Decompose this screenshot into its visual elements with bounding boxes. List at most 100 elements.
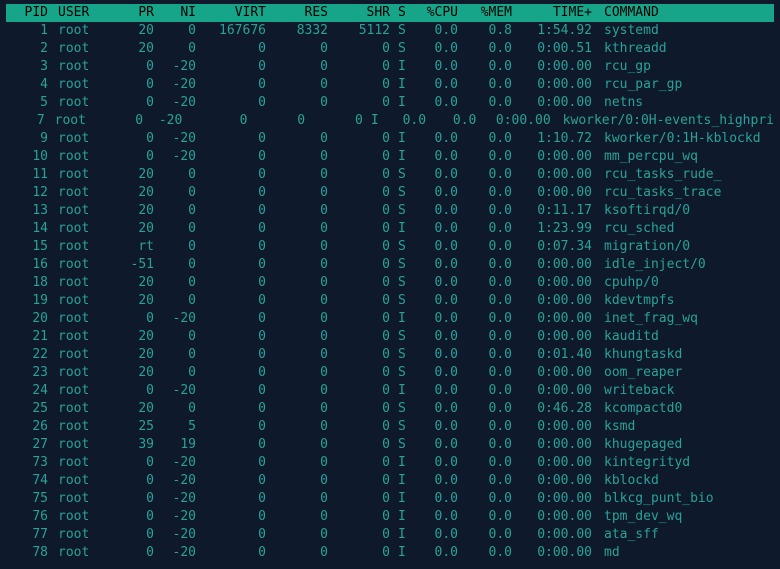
cell-s: S <box>398 274 412 292</box>
cell-time: 0:00.00 <box>520 526 600 544</box>
cell-virt: 0 <box>204 76 274 94</box>
cell-pid: 13 <box>6 202 56 220</box>
table-row[interactable]: 75root0-20000I0.00.00:00.00blkcg_punt_bi… <box>6 490 774 508</box>
cell-user: root <box>53 112 101 130</box>
cell-time: 0:00.00 <box>520 328 600 346</box>
cell-mem: 0.0 <box>466 544 520 562</box>
cell-s: S <box>398 328 412 346</box>
cell-time: 0:00.00 <box>520 364 600 382</box>
cell-res: 0 <box>274 238 336 256</box>
table-row[interactable]: 19root200000S0.00.00:00.00kdevtmpfs <box>6 292 774 310</box>
cell-user: root <box>56 472 108 490</box>
table-row[interactable]: 74root0-20000I0.00.00:00.00kblockd <box>6 472 774 490</box>
table-row[interactable]: 77root0-20000I0.00.00:00.00ata_sff <box>6 526 774 544</box>
table-row[interactable]: 18root200000S0.00.00:00.00cpuhp/0 <box>6 274 774 292</box>
cell-user: root <box>56 292 108 310</box>
table-row[interactable]: 13root200000S0.00.00:11.17ksoftirqd/0 <box>6 202 774 220</box>
cell-cmd: ata_sff <box>600 526 774 544</box>
cell-shr: 0 <box>336 184 398 202</box>
cell-ni: 5 <box>162 418 204 436</box>
cell-s: S <box>398 166 412 184</box>
table-row[interactable]: 7root0-20000I0.00.00:00.00kworker/0:0H-e… <box>6 112 774 130</box>
cell-time: 0:00.00 <box>520 544 600 562</box>
cell-pid: 14 <box>6 220 56 238</box>
table-row[interactable]: 76root0-20000I0.00.00:00.00tpm_dev_wq <box>6 508 774 526</box>
table-row[interactable]: 24root0-20000I0.00.00:00.00writeback <box>6 382 774 400</box>
table-row[interactable]: 27root3919000S0.00.00:00.00khugepaged <box>6 436 774 454</box>
cell-cmd: kblockd <box>600 472 774 490</box>
cell-cmd: kthreadd <box>600 40 774 58</box>
cell-cpu: 0.0 <box>412 364 466 382</box>
cell-virt: 0 <box>204 94 274 112</box>
cell-time: 0:00.00 <box>520 472 600 490</box>
table-row[interactable]: 14root200000I0.00.01:23.99rcu_sched <box>6 220 774 238</box>
cell-pid: 18 <box>6 274 56 292</box>
table-row[interactable]: 20root0-20000I0.00.00:00.00inet_frag_wq <box>6 310 774 328</box>
cell-ni: -20 <box>162 472 204 490</box>
cell-ni: 0 <box>162 346 204 364</box>
cell-shr: 0 <box>336 436 398 454</box>
cell-res: 0 <box>274 274 336 292</box>
cell-s: I <box>398 472 412 490</box>
table-row[interactable]: 22root200000S0.00.00:01.40khungtaskd <box>6 346 774 364</box>
cell-time: 0:00.00 <box>484 112 558 130</box>
cell-cpu: 0.0 <box>412 526 466 544</box>
cell-mem: 0.0 <box>466 292 520 310</box>
table-row[interactable]: 16root-510000S0.00.00:00.00idle_inject/0 <box>6 256 774 274</box>
cell-cpu: 0.0 <box>412 382 466 400</box>
cell-cmd: idle_inject/0 <box>600 256 774 274</box>
cell-virt: 0 <box>190 112 255 130</box>
cell-cmd: rcu_tasks_trace <box>600 184 774 202</box>
cell-ni: -20 <box>162 310 204 328</box>
table-row[interactable]: 2root200000S0.00.00:00.51kthreadd <box>6 40 774 58</box>
cell-cmd: kworker/0:1H-kblockd <box>600 130 774 148</box>
cell-time: 1:54.92 <box>520 22 600 40</box>
cell-cmd: cpuhp/0 <box>600 274 774 292</box>
table-row[interactable]: 5root0-20000I0.00.00:00.00netns <box>6 94 774 112</box>
cell-cmd: khungtaskd <box>600 346 774 364</box>
table-row[interactable]: 9root0-20000I0.00.01:10.72kworker/0:1H-k… <box>6 130 774 148</box>
cell-pr: 39 <box>108 436 162 454</box>
table-row[interactable]: 12root200000S0.00.00:00.00rcu_tasks_trac… <box>6 184 774 202</box>
cell-ni: 0 <box>162 220 204 238</box>
table-row[interactable]: 3root0-20000I0.00.00:00.00rcu_gp <box>6 58 774 76</box>
cell-pid: 1 <box>6 22 56 40</box>
header-user: USER <box>56 4 108 22</box>
table-row[interactable]: 1root20016767683325112S0.00.81:54.92syst… <box>6 22 774 40</box>
cell-mem: 0.0 <box>466 238 520 256</box>
cell-shr: 0 <box>336 220 398 238</box>
table-row[interactable]: 21root200000S0.00.00:00.00kauditd <box>6 328 774 346</box>
table-row[interactable]: 11root200000S0.00.00:00.00rcu_tasks_rude… <box>6 166 774 184</box>
cell-cpu: 0.0 <box>412 22 466 40</box>
cell-time: 0:00.00 <box>520 436 600 454</box>
header-command: COMMAND <box>600 4 774 22</box>
cell-shr: 5112 <box>336 22 398 40</box>
cell-mem: 0.0 <box>466 76 520 94</box>
cell-ni: 0 <box>162 40 204 58</box>
table-row[interactable]: 4root0-20000I0.00.00:00.00rcu_par_gp <box>6 76 774 94</box>
table-row[interactable]: 25root200000S0.00.00:46.28kcompactd0 <box>6 400 774 418</box>
cell-time: 0:00.00 <box>520 418 600 436</box>
cell-ni: -20 <box>162 526 204 544</box>
cell-cmd: rcu_tasks_rude_ <box>600 166 774 184</box>
cell-virt: 0 <box>204 310 274 328</box>
cell-mem: 0.0 <box>466 94 520 112</box>
table-row[interactable]: 73root0-20000I0.00.00:00.00kintegrityd <box>6 454 774 472</box>
cell-virt: 0 <box>204 472 274 490</box>
cell-res: 0 <box>274 454 336 472</box>
cell-virt: 0 <box>204 454 274 472</box>
cell-res: 0 <box>274 382 336 400</box>
table-row[interactable]: 10root0-20000I0.00.00:00.00mm_percpu_wq <box>6 148 774 166</box>
cell-res: 0 <box>274 472 336 490</box>
table-row[interactable]: 15rootrt0000S0.00.00:07.34migration/0 <box>6 238 774 256</box>
cell-user: root <box>56 94 108 112</box>
cell-pr: 20 <box>108 328 162 346</box>
cell-time: 0:11.17 <box>520 202 600 220</box>
table-row[interactable]: 26root255000S0.00.00:00.00ksmd <box>6 418 774 436</box>
table-row[interactable]: 78root0-20000I0.00.00:00.00md <box>6 544 774 562</box>
table-row[interactable]: 23root200000S0.00.00:00.00oom_reaper <box>6 364 774 382</box>
cell-s: I <box>398 526 412 544</box>
cell-s: S <box>398 400 412 418</box>
cell-cmd: migration/0 <box>600 238 774 256</box>
cell-ni: 0 <box>162 256 204 274</box>
